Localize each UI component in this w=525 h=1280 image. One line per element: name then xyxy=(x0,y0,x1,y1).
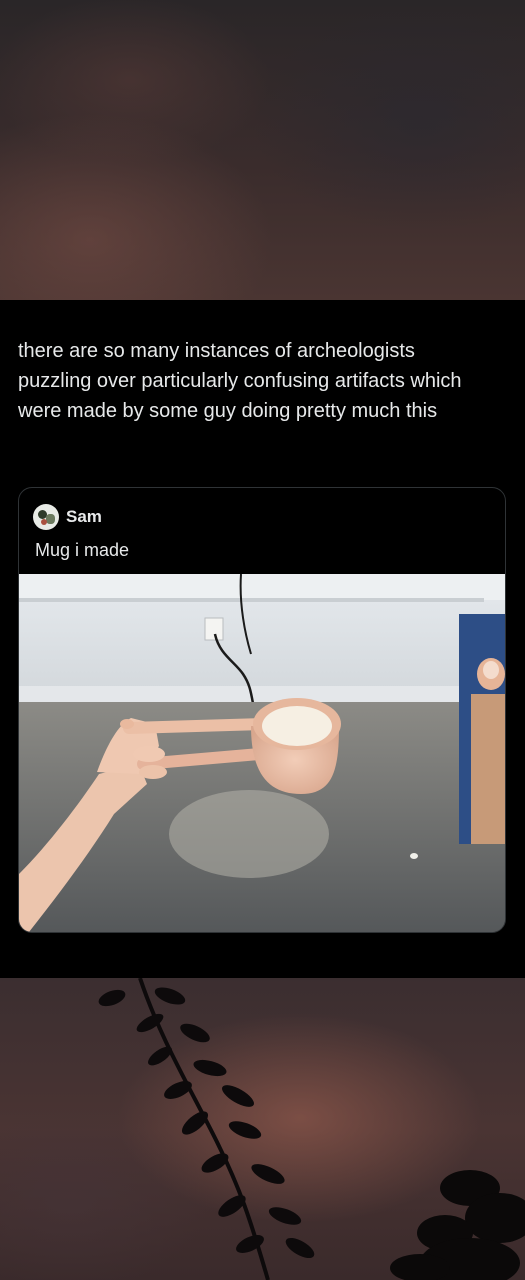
background-photo-sky-top xyxy=(0,0,525,300)
background-photo-sky-bottom xyxy=(0,978,525,1280)
quoted-post-author[interactable]: Sam xyxy=(66,507,102,527)
quoted-post-photo[interactable] xyxy=(19,574,505,932)
tree-branch-silhouette-icon xyxy=(98,978,525,1280)
quoted-post-card[interactable]: Sam Mug i made xyxy=(18,487,506,933)
post-text: there are so many instances of archeolog… xyxy=(18,340,462,422)
post-panel: there are so many instances of archeolog… xyxy=(0,300,525,978)
quoted-post-text: Mug i made xyxy=(35,540,130,560)
quoted-post-header: Sam xyxy=(33,504,102,530)
profile-photo-icon[interactable] xyxy=(33,504,59,530)
